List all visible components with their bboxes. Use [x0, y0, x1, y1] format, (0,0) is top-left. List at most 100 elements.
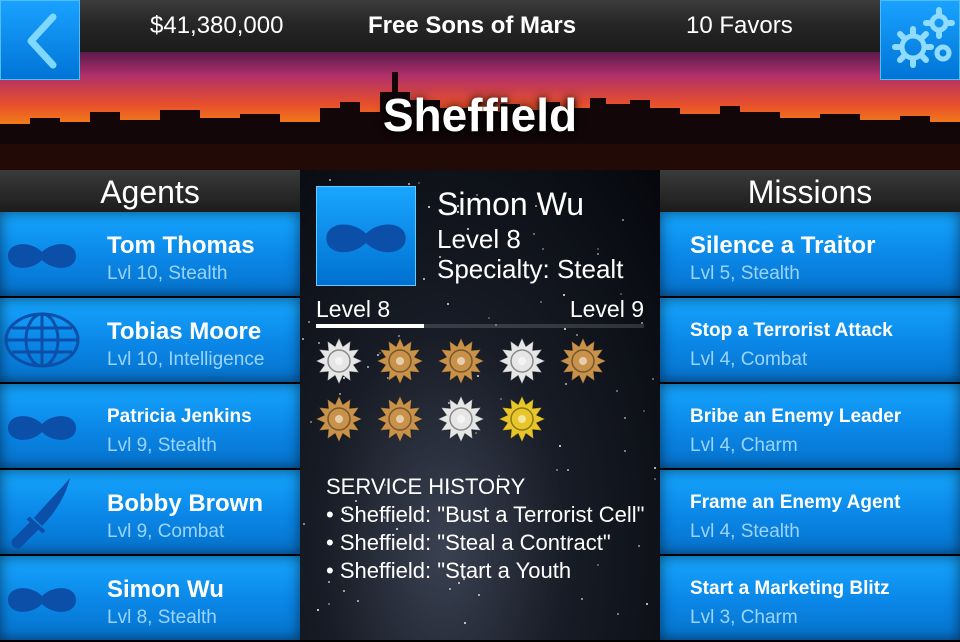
agent-name: Bobby Brown	[107, 490, 263, 517]
mission-row[interactable]: Frame an Enemy Agent Lvl 4, Stealth	[660, 470, 960, 554]
agent-list: Tom Thomas Lvl 10, Stealth Tobias Moore …	[0, 212, 300, 642]
star	[339, 393, 341, 395]
star	[329, 179, 331, 181]
medal-figure-icon	[560, 338, 606, 384]
star	[488, 317, 490, 319]
mask-icon	[8, 244, 76, 268]
mission-row[interactable]: Silence a Traitor Lvl 5, Stealth	[660, 212, 960, 296]
star	[328, 603, 330, 605]
mission-row[interactable]: Bribe an Enemy Leader Lvl 4, Charm	[660, 384, 960, 468]
star	[617, 613, 619, 615]
star	[464, 622, 466, 624]
gears-icon	[892, 7, 955, 68]
xp-progress-fill	[316, 324, 425, 328]
mission-name: Bribe an Enemy Leader	[690, 406, 902, 427]
medal-stars-icon	[316, 338, 362, 384]
star	[533, 233, 535, 235]
star	[654, 478, 656, 480]
agent-name: Tom Thomas	[107, 232, 255, 259]
service-history-entry: • Sheffield: "Bust a Terrorist Cell"	[326, 502, 645, 527]
agent-row[interactable]: Bobby Brown Lvl 9, Combat	[0, 470, 300, 554]
settings-button[interactable]	[880, 0, 960, 80]
xp-next-level: Level 9	[569, 296, 644, 322]
mission-name: Start a Marketing Blitz	[690, 578, 890, 599]
agent-portrait	[316, 186, 416, 286]
selected-agent-specialty: Specialty: Stealt	[437, 254, 624, 284]
star	[343, 590, 345, 592]
xp-current-level: Level 8	[316, 296, 391, 322]
mission-detail: Lvl 3, Charm	[690, 607, 798, 628]
mission-detail: Lvl 4, Combat	[690, 349, 808, 370]
missions-header: Missions	[660, 170, 960, 212]
service-history-title: SERVICE HISTORY	[326, 474, 526, 499]
agent-detail: Lvl 10, Intelligence	[107, 349, 265, 370]
star	[564, 328, 566, 330]
mission-detail: Lvl 4, Stealth	[690, 521, 800, 542]
agent-detail: Lvl 9, Combat	[107, 521, 225, 542]
mission-row[interactable]: Stop a Terrorist Attack Lvl 4, Combat	[660, 298, 960, 382]
star	[597, 248, 599, 250]
star	[556, 469, 558, 471]
medal-lock-icon	[438, 396, 484, 442]
top-bar: $41,380,000 Free Sons of Mars 10 Favors	[0, 0, 960, 52]
agent-name: Patricia Jenkins	[107, 406, 252, 427]
agent-detail: Lvl 8, Stealth	[107, 607, 217, 628]
globe-icon	[4, 312, 80, 368]
star	[302, 338, 304, 340]
mask-icon	[326, 224, 406, 253]
agent-detail: Lvl 9, Stealth	[107, 435, 217, 456]
medal-globe-icon	[499, 396, 545, 442]
star	[449, 588, 451, 590]
service-history-entry: • Sheffield: "Start a Youth	[326, 558, 572, 583]
mission-list: Silence a Traitor Lvl 5, Stealth Stop a …	[660, 212, 960, 642]
city-title: Sheffield	[382, 89, 578, 141]
service-history: SERVICE HISTORY • Sheffield: "Bust a Ter…	[326, 473, 646, 585]
star	[478, 594, 480, 596]
xp-progress-bar	[316, 324, 644, 328]
chevron-left-icon	[27, 13, 57, 69]
star	[652, 378, 654, 380]
back-button[interactable]	[0, 0, 80, 80]
team-name: Free Sons of Mars	[368, 12, 577, 39]
star	[310, 421, 312, 423]
mission-row[interactable]: Start a Marketing Blitz Lvl 3, Charm	[660, 556, 960, 640]
star	[622, 219, 624, 221]
service-history-entry: • Sheffield: "Steal a Contract"	[326, 530, 611, 555]
city-banner: Sheffield	[0, 52, 960, 170]
agent-row[interactable]: Simon Wu Lvl 8, Stealth	[0, 556, 300, 640]
medal-stripes-icon	[438, 338, 484, 384]
mask-icon	[8, 588, 76, 612]
star	[624, 417, 626, 419]
agent-row[interactable]: Tom Thomas Lvl 10, Stealth	[0, 212, 300, 296]
medal-90-icon	[499, 338, 545, 384]
star	[646, 603, 648, 605]
agent-row[interactable]: Tobias Moore Lvl 10, Intelligence	[0, 298, 300, 382]
agent-row[interactable]: Patricia Jenkins Lvl 9, Stealth	[0, 384, 300, 468]
medal-bulb-icon	[316, 396, 362, 442]
star	[563, 294, 565, 296]
star	[428, 206, 430, 208]
agent-name: Simon Wu	[107, 576, 224, 603]
medal-crown-icon	[377, 338, 423, 384]
star	[418, 182, 420, 184]
mission-name: Stop a Terrorist Attack	[690, 320, 893, 341]
star	[624, 450, 626, 452]
star	[303, 523, 305, 525]
mission-detail: Lvl 5, Stealth	[690, 263, 800, 284]
star	[398, 335, 400, 337]
star	[567, 469, 569, 471]
knife-icon	[11, 478, 70, 549]
star	[576, 334, 578, 336]
mission-name: Silence a Traitor	[690, 232, 876, 259]
star	[559, 445, 561, 447]
mission-detail: Lvl 4, Charm	[690, 435, 798, 456]
star	[447, 303, 449, 305]
star	[654, 467, 656, 469]
favors-counter: 10 Favors	[686, 12, 793, 39]
star	[616, 390, 618, 392]
star	[317, 609, 319, 611]
mask-icon	[8, 416, 76, 440]
star	[408, 183, 410, 185]
star	[581, 598, 583, 600]
star	[540, 301, 542, 303]
